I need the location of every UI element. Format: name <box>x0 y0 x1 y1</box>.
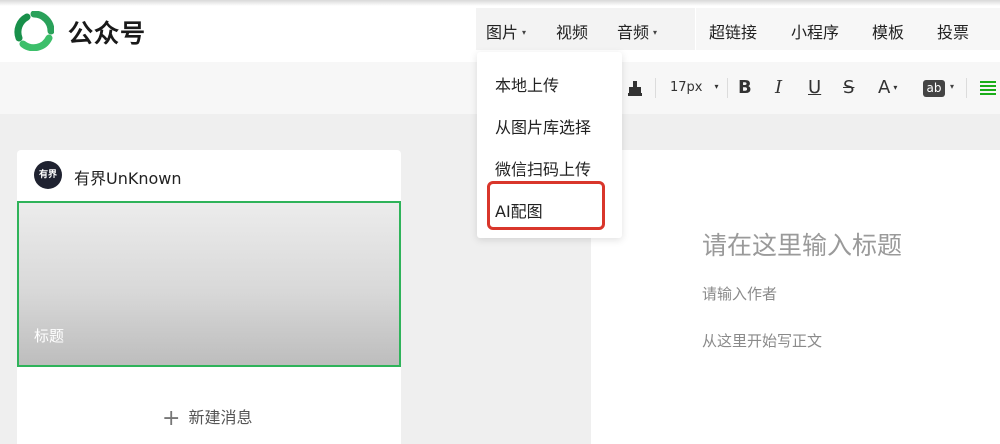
title-input[interactable]: 请在这里输入标题 <box>702 226 902 262</box>
italic-button[interactable]: I <box>775 77 782 98</box>
chevron-down-icon: ▾ <box>653 28 658 37</box>
underline-button[interactable]: U <box>808 77 821 98</box>
align-icon[interactable] <box>980 80 996 96</box>
chevron-down-icon: ▾ <box>950 82 955 91</box>
wechat-logo-icon <box>14 11 54 51</box>
format-painter-icon[interactable] <box>627 79 643 97</box>
nav-template[interactable]: 模板 <box>872 19 904 43</box>
menu-item-image-library[interactable]: 从图片库选择 <box>495 114 591 138</box>
nav-audio[interactable]: 音频 ▾ <box>617 19 657 43</box>
nav-image[interactable]: 图片 ▾ <box>486 19 526 43</box>
account-name: 有界UnKnown <box>74 169 182 188</box>
plus-icon: + <box>162 406 181 431</box>
font-color-button[interactable]: A ▾ <box>878 77 897 98</box>
new-message-button[interactable]: + 新建消息 <box>162 404 252 431</box>
nav-hyperlink[interactable]: 超链接 <box>709 19 757 43</box>
body-editor[interactable]: 从这里开始写正文 <box>702 330 822 351</box>
nav-mini-program[interactable]: 小程序 <box>791 19 839 43</box>
font-size-select[interactable]: 17px ▾ <box>670 80 719 95</box>
menu-item-local-upload[interactable]: 本地上传 <box>495 72 559 96</box>
app-title: 公众号 <box>68 19 147 48</box>
author-input[interactable]: 请输入作者 <box>702 283 777 304</box>
chevron-down-icon: ▾ <box>893 83 898 92</box>
strikethrough-button[interactable]: S <box>843 77 854 98</box>
toolbar-divider <box>727 78 728 98</box>
toolbar-divider <box>655 78 656 98</box>
editor-area[interactable] <box>591 150 1000 444</box>
bold-button[interactable]: B <box>738 77 752 98</box>
nav-video[interactable]: 视频 <box>556 19 588 43</box>
toolbar-divider <box>966 78 967 98</box>
cover-title: 标题 <box>34 327 65 345</box>
background-color-button[interactable]: ab <box>923 80 945 97</box>
menu-item-wechat-scan-upload[interactable]: 微信扫码上传 <box>495 156 591 180</box>
article-cover-card[interactable] <box>17 201 401 367</box>
chevron-down-icon: ▾ <box>714 82 719 91</box>
chevron-down-icon: ▾ <box>522 28 527 37</box>
highlight-box <box>487 181 605 230</box>
nav-vote[interactable]: 投票 <box>937 19 969 43</box>
avatar: 有界 <box>34 161 62 189</box>
